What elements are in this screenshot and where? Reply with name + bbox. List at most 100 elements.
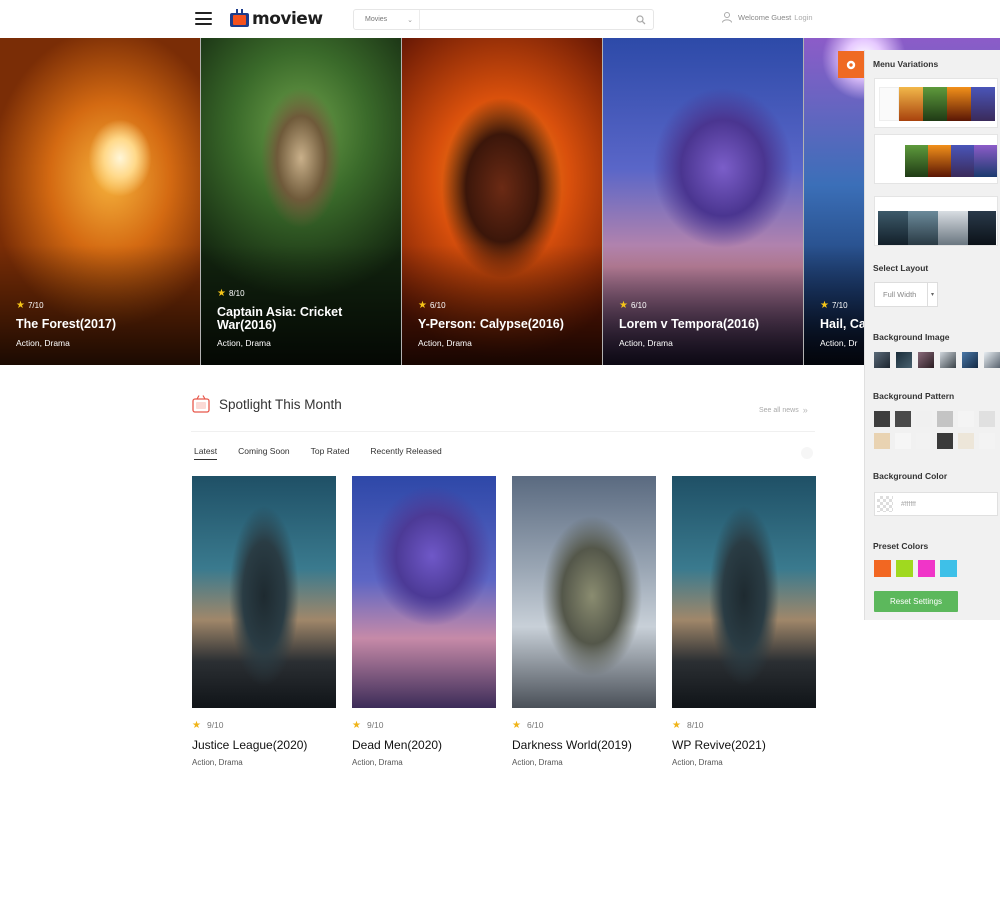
- settings-toggle-button[interactable]: [838, 51, 864, 78]
- pattern-option[interactable]: [895, 433, 911, 449]
- hero-genre: Action, Drama: [217, 338, 271, 348]
- menu-variation-thumb[interactable]: [874, 134, 998, 184]
- background-image-heading: Background Image: [873, 332, 950, 342]
- search-icon[interactable]: [629, 10, 653, 29]
- hero-genre: Action, Drama: [16, 338, 70, 348]
- movie-rating: ★ 9/10: [192, 719, 224, 731]
- background-image-option[interactable]: [874, 352, 890, 368]
- pattern-option[interactable]: [916, 433, 932, 449]
- background-image-option[interactable]: [940, 352, 956, 368]
- preset-color-green[interactable]: [896, 560, 913, 577]
- background-image-option[interactable]: [896, 352, 912, 368]
- movie-genre: Action, Drama: [672, 758, 723, 767]
- star-icon: ★: [820, 300, 829, 311]
- background-color-heading: Background Color: [873, 471, 948, 481]
- star-icon: ★: [512, 719, 521, 731]
- preset-color-pink[interactable]: [918, 560, 935, 577]
- hero-rating: ★ 7/10: [820, 300, 848, 311]
- movie-poster: [672, 476, 816, 708]
- movie-grid: ★ 9/10 Justice League(2020) Action, Drama…: [192, 476, 816, 767]
- pattern-option[interactable]: [958, 433, 974, 449]
- chevron-down-icon: ⌄: [407, 16, 413, 24]
- tab-top-rated[interactable]: Top Rated: [311, 446, 350, 460]
- pattern-option[interactable]: [937, 411, 953, 427]
- tab-latest[interactable]: Latest: [194, 446, 218, 460]
- layout-select[interactable]: Full Width ▾: [874, 282, 938, 307]
- movie-title[interactable]: Darkness World(2019): [512, 738, 656, 752]
- movie-title[interactable]: Dead Men(2020): [352, 738, 496, 752]
- movie-poster: [192, 476, 336, 708]
- hero-title: Lorem v Tempora(2016): [619, 317, 760, 331]
- star-icon: ★: [217, 288, 226, 299]
- movie-card[interactable]: ★ 8/10 WP Revive(2021) Action, Drama: [672, 476, 816, 767]
- movie-poster: [512, 476, 656, 708]
- preset-color-blue[interactable]: [940, 560, 957, 577]
- menu-variation-thumb[interactable]: [874, 196, 998, 246]
- movie-title[interactable]: WP Revive(2021): [672, 738, 816, 752]
- layout-select-value: Full Width: [883, 290, 917, 299]
- hero-rating: ★ 6/10: [418, 300, 446, 311]
- pattern-option[interactable]: [958, 411, 974, 427]
- star-icon: ★: [16, 300, 25, 311]
- user-icon[interactable]: [721, 11, 733, 23]
- welcome-text: Welcome Guest: [738, 12, 792, 22]
- search-category-label: Movies: [365, 16, 388, 23]
- spotlight-header: Spotlight This Month: [191, 394, 342, 414]
- site-logo[interactable]: moview: [230, 8, 323, 30]
- top-header: moview Movies ⌄ Welcome Guest Login: [0, 0, 1000, 38]
- hamburger-menu-icon[interactable]: [195, 12, 212, 25]
- section-divider: [191, 431, 815, 432]
- pattern-option[interactable]: [916, 411, 932, 427]
- pattern-option[interactable]: [895, 411, 911, 427]
- movie-card[interactable]: ★ 6/10 Darkness World(2019) Action, Drama: [512, 476, 656, 767]
- background-image-option[interactable]: [918, 352, 934, 368]
- pattern-option[interactable]: [937, 433, 953, 449]
- pattern-option[interactable]: [979, 411, 995, 427]
- background-pattern-options: [874, 411, 995, 449]
- style-switcher-panel: Menu Variations Select Layout Full Width…: [864, 50, 1000, 620]
- pattern-option[interactable]: [979, 433, 995, 449]
- hero-slide[interactable]: ★ 6/10 Lorem v Tempora(2016) Action, Dram…: [603, 38, 804, 365]
- hero-slide[interactable]: ★ 6/10 Y-Person: Calypse(2016) Action, Dr…: [402, 38, 603, 365]
- search-category-select[interactable]: Movies ⌄: [354, 10, 420, 29]
- hero-genre: Action, Drama: [619, 338, 673, 348]
- tab-coming-soon[interactable]: Coming Soon: [238, 446, 290, 460]
- movie-genre: Action, Drama: [512, 758, 563, 767]
- search-input[interactable]: [420, 10, 629, 29]
- movie-card[interactable]: ★ 9/10 Justice League(2020) Action, Drama: [192, 476, 336, 767]
- background-color-input[interactable]: [893, 493, 983, 515]
- see-all-news-link[interactable]: See all news»: [759, 405, 808, 415]
- hero-slide[interactable]: ★ 8/10 Captain Asia: Cricket War(2016) Ac…: [201, 38, 402, 365]
- color-swatch[interactable]: [877, 496, 893, 512]
- movie-card[interactable]: ★ 9/10 Dead Men(2020) Action, Drama: [352, 476, 496, 767]
- pattern-option[interactable]: [874, 433, 890, 449]
- spotlight-tabs: Latest Coming Soon Top Rated Recently Re…: [194, 446, 463, 460]
- hero-title: Captain Asia: Cricket War(2016): [217, 305, 343, 332]
- hero-slide[interactable]: ★ 7/10 The Forest(2017) Action, Drama: [0, 38, 201, 365]
- movie-poster: [352, 476, 496, 708]
- preset-colors-heading: Preset Colors: [873, 541, 929, 551]
- ticket-icon: [192, 395, 210, 413]
- chevron-down-icon: ▾: [927, 283, 937, 306]
- search-bar: Movies ⌄: [353, 9, 654, 30]
- select-layout-heading: Select Layout: [873, 263, 929, 273]
- login-link[interactable]: Login: [794, 13, 812, 22]
- background-image-option[interactable]: [984, 352, 1000, 368]
- background-image-option[interactable]: [962, 352, 978, 368]
- hero-genre: Action, Dr: [820, 338, 858, 348]
- tv-logo-icon: [230, 9, 249, 27]
- tab-recently-released[interactable]: Recently Released: [370, 446, 441, 460]
- reset-settings-button[interactable]: Reset Settings: [874, 591, 958, 612]
- star-icon: ★: [619, 300, 628, 311]
- section-title: Spotlight This Month: [219, 396, 342, 412]
- background-pattern-heading: Background Pattern: [873, 391, 955, 401]
- preset-color-orange[interactable]: [874, 560, 891, 577]
- menu-variation-thumb[interactable]: [874, 78, 998, 128]
- logo-text: moview: [252, 9, 323, 29]
- user-area: Welcome Guest Login: [721, 11, 813, 23]
- chevron-right-icon: »: [802, 405, 808, 415]
- pattern-option[interactable]: [874, 411, 890, 427]
- movie-title[interactable]: Justice League(2020): [192, 738, 336, 752]
- see-all-label: See all news: [759, 406, 799, 414]
- hero-title: Y-Person: Calypse(2016): [418, 317, 564, 331]
